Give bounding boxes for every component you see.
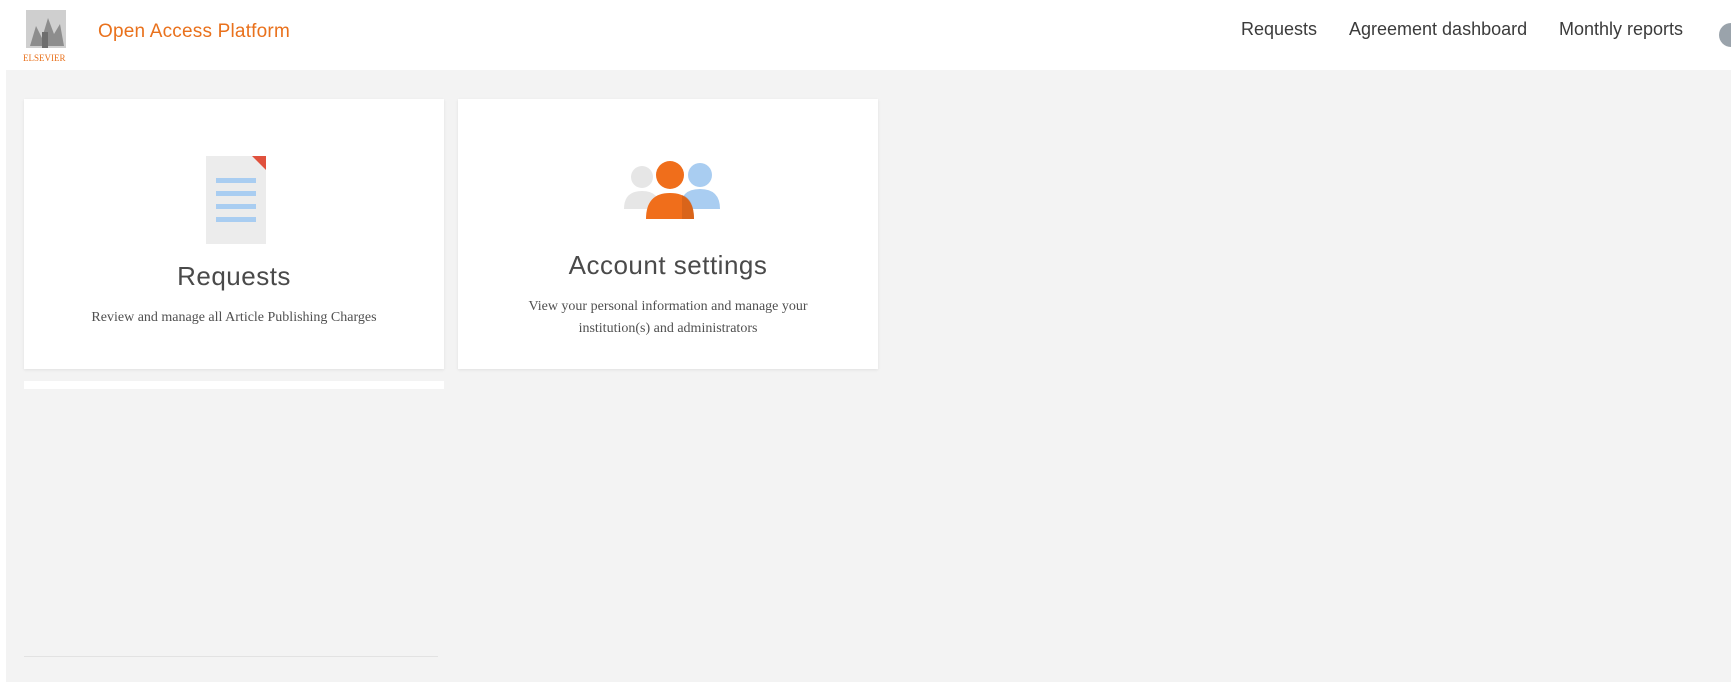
nav-requests-link[interactable]: Requests <box>1241 19 1317 40</box>
requests-card-title: Requests <box>177 261 291 291</box>
nav-agreement-dashboard-link[interactable]: Agreement dashboard <box>1349 19 1527 40</box>
elsevier-logo[interactable]: ELSEVIER <box>22 8 72 64</box>
top-navigation-bar: ELSEVIER Open Access Platform Requests A… <box>0 0 1731 70</box>
document-icon <box>206 156 266 244</box>
main-content: Requests Review and manage all Article P… <box>6 70 1731 682</box>
partial-card[interactable] <box>24 381 444 389</box>
brand-title[interactable]: Open Access Platform <box>98 21 290 43</box>
footer-divider <box>24 656 438 657</box>
requests-card[interactable]: Requests Review and manage all Article P… <box>24 99 444 369</box>
logo-wordmark: ELSEVIER <box>23 53 66 63</box>
account-settings-card-title: Account settings <box>568 250 768 280</box>
nav-monthly-reports-link[interactable]: Monthly reports <box>1559 19 1683 40</box>
requests-card-description: Review and manage all Article Publishing… <box>91 310 377 325</box>
user-avatar-icon[interactable] <box>1719 23 1731 47</box>
account-settings-card[interactable]: Account settings View your personal info… <box>458 99 878 369</box>
people-icon <box>624 161 720 219</box>
account-settings-card-description: View your personal information and manag… <box>528 299 808 336</box>
